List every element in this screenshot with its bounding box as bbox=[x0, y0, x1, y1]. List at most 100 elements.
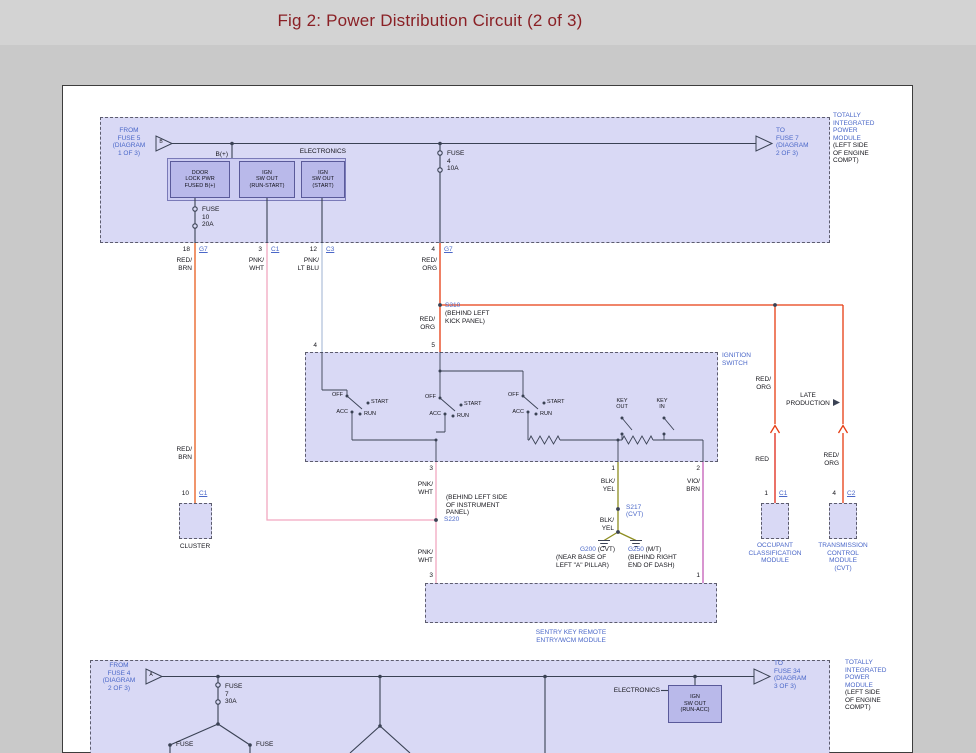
output-ign-sw-out-run-acc: IGN SW OUT (RUN-ACC) bbox=[668, 685, 722, 723]
wire-label-pnk-wht-3: PNK/ WHT bbox=[405, 549, 433, 564]
splice-s217-note: (CVT) bbox=[626, 511, 652, 519]
to-fuse34-label: TO FUSE 34 (DIAGRAM 3 OF 3) bbox=[774, 660, 828, 690]
tcm-box bbox=[829, 503, 857, 539]
wire-label-red: RED bbox=[745, 456, 769, 464]
pos-run-2: RUN bbox=[457, 413, 477, 419]
output-ign-sw-out-start: IGN SW OUT (START) bbox=[301, 161, 345, 198]
wire-label-red-org-3: RED/ ORG bbox=[743, 376, 771, 391]
diagram-layer: DOOR LOCK PWR FUSED B(+) IGN SW OUT (RUN… bbox=[0, 0, 976, 753]
tcm-name: TRANSMISSION CONTROL MODULE (CVT) bbox=[807, 542, 879, 572]
pos-acc-2: ACC bbox=[423, 411, 441, 417]
tcm-pin-4: 4 bbox=[822, 490, 836, 498]
cluster-pin-10: 10 bbox=[173, 490, 189, 498]
pos-off-1: OFF bbox=[325, 392, 343, 398]
tipm-top-name: TOTALLY INTEGRATED POWER MODULE bbox=[833, 112, 905, 142]
pos-start-1: START bbox=[371, 399, 395, 405]
pin-12: 12 bbox=[303, 246, 317, 254]
pos-run-1: RUN bbox=[364, 411, 384, 417]
ground-split-dot bbox=[616, 530, 620, 534]
splice-s217-dot bbox=[616, 507, 620, 511]
wire-label-red-brn: RED/ BRN bbox=[166, 257, 192, 272]
ignition-pin-3: 3 bbox=[419, 465, 433, 473]
cluster-box bbox=[179, 503, 212, 539]
splice-s220-dot bbox=[434, 518, 438, 522]
connector-g7-2: G7 bbox=[444, 246, 460, 254]
ground-g200-note: (CVT) bbox=[598, 546, 615, 553]
splice-s310-dot bbox=[438, 303, 442, 307]
to-fuse7-label: TO FUSE 7 (DIAGRAM 2 OF 3) bbox=[776, 127, 828, 157]
ground-g200-location: (NEAR BASE OF LEFT "A" PILLAR) bbox=[556, 554, 624, 569]
output-ign-sw-out-run-acc-label: IGN SW OUT (RUN-ACC) bbox=[680, 694, 709, 714]
splice-s310-name: S310 bbox=[445, 302, 485, 310]
output-ign-sw-out-run-start: IGN SW OUT (RUN-START) bbox=[239, 161, 295, 198]
pos-run-3: RUN bbox=[540, 411, 560, 417]
ground-g250-note: (M/T) bbox=[646, 546, 662, 553]
tipm-bottom-location: (LEFT SIDE OF ENGINE COMPT) bbox=[845, 689, 917, 712]
splice-s220-location: (BEHIND LEFT SIDE OF INSTRUMENT PANEL) bbox=[446, 494, 510, 517]
sentry-pin-1: 1 bbox=[686, 572, 700, 580]
wire-label-vio-brn: VIO/ BRN bbox=[672, 478, 700, 493]
pin-3: 3 bbox=[250, 246, 262, 254]
splice-s220-name: S220 bbox=[444, 516, 474, 524]
tipm-bottom-name: TOTALLY INTEGRATED POWER MODULE bbox=[845, 659, 917, 689]
bplus-label: B(+) bbox=[206, 151, 228, 159]
fuse10-label: FUSE 10 20A bbox=[202, 206, 228, 229]
output-ign-sw-out-run-start-label: IGN SW OUT (RUN-START) bbox=[250, 170, 285, 190]
pos-start-3: START bbox=[547, 399, 571, 405]
wire-label-blk-yel: BLK/ YEL bbox=[587, 478, 615, 493]
pos-off-3: OFF bbox=[501, 392, 519, 398]
from-arrow-letter: B bbox=[155, 140, 167, 145]
wire-label-red-brn-2: RED/ BRN bbox=[166, 446, 192, 461]
ground-g250-name: G250 bbox=[628, 546, 644, 553]
electronics-label: ELECTRONICS bbox=[286, 148, 346, 156]
ignition-pin-4: 4 bbox=[303, 342, 317, 350]
wire-label-red-org: RED/ ORG bbox=[409, 257, 437, 272]
wire-label-blk-yel-2: BLK/ YEL bbox=[586, 517, 614, 532]
ocm-connector-c1: C1 bbox=[779, 490, 795, 498]
connector-c3: C3 bbox=[326, 246, 342, 254]
fuse4-label: FUSE 4 10A bbox=[447, 150, 473, 173]
key-out-label: KEY OUT bbox=[609, 398, 635, 411]
from-fuse4-label: FROM FUSE 4 (DIAGRAM 2 OF 3) bbox=[94, 662, 144, 692]
fuse-right-label: FUSE bbox=[256, 741, 286, 749]
ground-g250-row: G250 (M/T) bbox=[628, 546, 678, 554]
pos-acc-1: ACC bbox=[330, 409, 348, 415]
splice-s310-location: (BEHIND LEFT KICK PANEL) bbox=[445, 310, 499, 325]
tcm-connector-c2: C2 bbox=[847, 490, 863, 498]
connector-c1: C1 bbox=[271, 246, 287, 254]
wire-label-red-org-2: RED/ ORG bbox=[407, 316, 435, 331]
from-fuse5-label: FROM FUSE 5 (DIAGRAM 1 OF 3) bbox=[104, 127, 154, 157]
wire-label-pnk-lt-blu: PNK/ LT BLU bbox=[289, 257, 319, 272]
key-in-label: KEY IN bbox=[651, 398, 673, 411]
output-door-lock-pwr-label: DOOR LOCK PWR FUSED B(+) bbox=[185, 170, 216, 190]
ground-g200-row: G200 (CVT) bbox=[580, 546, 630, 554]
ignition-pin-1: 1 bbox=[601, 465, 615, 473]
sentry-module-name: SENTRY KEY REMOTE ENTRY/WCM MODULE bbox=[490, 629, 652, 644]
sentry-pin-3: 3 bbox=[419, 572, 433, 580]
cluster-connector-c1: C1 bbox=[199, 490, 215, 498]
ignition-switch-name: IGNITION SWITCH bbox=[722, 352, 772, 367]
ignition-pin-2: 2 bbox=[686, 465, 700, 473]
pos-acc-3: ACC bbox=[506, 409, 524, 415]
fuse-left-label: FUSE bbox=[176, 741, 206, 749]
ground-g200-name: G200 bbox=[580, 546, 596, 553]
connector-g7: G7 bbox=[199, 246, 215, 254]
ground-g250-location: (BEHIND RIGHT END OF DASH) bbox=[628, 554, 694, 569]
fuse7-label: FUSE 7 30A bbox=[225, 683, 251, 706]
late-production-arrowheads bbox=[771, 426, 848, 434]
wire-label-pnk-wht-2: PNK/ WHT bbox=[405, 481, 433, 496]
diagram-canvas: Fig 2: Power Distribution Circuit (2 of … bbox=[0, 0, 976, 753]
wire-label-red-org-4: RED/ ORG bbox=[811, 452, 839, 467]
late-production-pointer bbox=[833, 399, 840, 406]
pin-18: 18 bbox=[176, 246, 190, 254]
pos-off-2: OFF bbox=[418, 394, 436, 400]
pos-start-2: START bbox=[464, 401, 488, 407]
ignition-pin-5: 5 bbox=[421, 342, 435, 350]
ocm-pin-1: 1 bbox=[754, 490, 768, 498]
wire-label-pnk-wht: PNK/ WHT bbox=[238, 257, 264, 272]
tipm-top-location: (LEFT SIDE OF ENGINE COMPT) bbox=[833, 142, 905, 165]
red-org-junction-dot bbox=[773, 303, 777, 307]
sentry-key-module-box bbox=[425, 583, 717, 623]
from-arrow-letter-2: A bbox=[145, 673, 157, 678]
output-ign-sw-out-start-label: IGN SW OUT (START) bbox=[312, 170, 334, 190]
